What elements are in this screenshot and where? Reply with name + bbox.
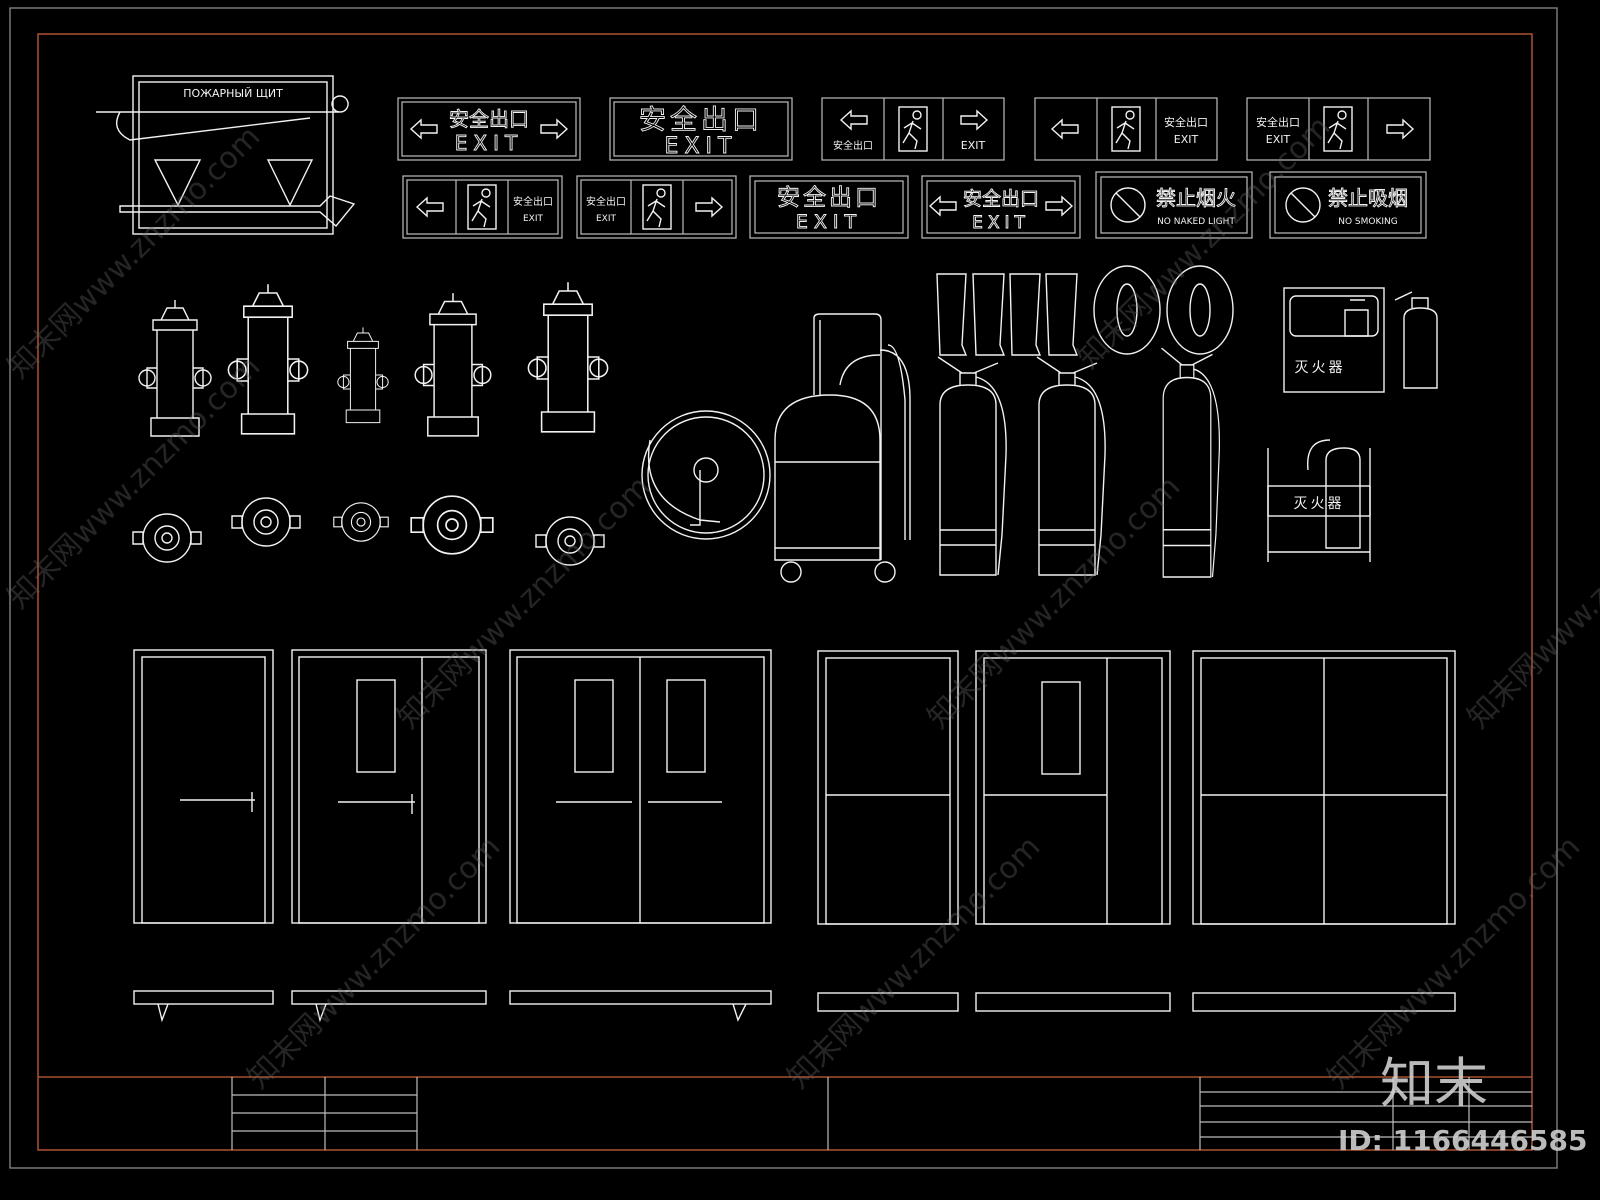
svg-text:EXIT: EXIT xyxy=(523,214,544,224)
svg-text:知末网www.znzmo.com: 知末网www.znzmo.com xyxy=(241,829,507,1095)
svg-text:安全出口: 安全出口 xyxy=(777,185,881,211)
watermarks: 知末网www.znzmo.com 知末网www.znzmo.com 知末网www… xyxy=(1,109,1600,1095)
svg-text:知末网www.znzmo.com: 知末网www.znzmo.com xyxy=(781,829,1047,1095)
svg-text:安全出口: 安全出口 xyxy=(833,139,873,152)
no-smoking-sign: 禁止吸烟 NO SMOKING xyxy=(1269,171,1427,239)
svg-text:知末网www.znzmo.com: 知末网www.znzmo.com xyxy=(391,469,657,735)
extinguisher-stand: 灭火器 xyxy=(1267,439,1371,562)
exit-sign-text: 安全出口 EXIT xyxy=(609,97,793,161)
extinguisher-stand-label: 灭火器 xyxy=(1294,496,1345,512)
exit-sign-right-small: 安全出口 EXIT xyxy=(576,175,737,239)
exit-sign-bidirectional-small: 安全出口 EXIT xyxy=(921,175,1081,239)
svg-text:安全出口: 安全出口 xyxy=(639,105,763,136)
svg-text:EXIT: EXIT xyxy=(796,211,862,233)
svg-text:EXIT: EXIT xyxy=(455,131,523,155)
exit-sign-three-panel: 安全出口 EXIT xyxy=(821,97,1005,161)
outer-border xyxy=(9,7,1558,1169)
exit-sign-left-small: 安全出口 EXIT xyxy=(402,175,563,239)
portable-extinguishers xyxy=(937,347,1221,578)
wheeled-extinguisher xyxy=(774,313,911,583)
svg-text:知末网www.znzmo.com: 知末网www.znzmo.com xyxy=(921,469,1187,735)
svg-text:EXIT: EXIT xyxy=(665,134,738,159)
extinguisher-box: 灭火器 xyxy=(1283,287,1438,393)
fire-doors-elevation xyxy=(133,649,1456,925)
image-id: ID: 1166446585 xyxy=(1338,1124,1587,1157)
exit-sign-bidirectional: 安全出口 EXIT xyxy=(397,97,581,161)
svg-text:知末网www.znzmo.com: 知末网www.znzmo.com xyxy=(1,349,267,615)
svg-text:知末网www.znzmo.com: 知末网www.znzmo.com xyxy=(1461,469,1600,735)
svg-text:EXIT: EXIT xyxy=(972,213,1030,233)
svg-text:安全出口: 安全出口 xyxy=(1164,115,1208,129)
hose-reel xyxy=(641,410,771,540)
svg-text:EXIT: EXIT xyxy=(596,214,617,224)
svg-text:禁止吸烟: 禁止吸烟 xyxy=(1328,186,1408,210)
svg-text:安全出口: 安全出口 xyxy=(963,188,1039,210)
svg-text:知末网www.znzmo.com: 知末网www.znzmo.com xyxy=(1,119,267,385)
svg-text:EXIT: EXIT xyxy=(961,139,986,152)
svg-text:安全出口: 安全出口 xyxy=(449,107,529,131)
brand-logo: 知末 xyxy=(1380,1052,1488,1115)
fire-boots xyxy=(936,273,1079,356)
fire-cabinet-label: ПОЖАРНЫЙ ЩИТ xyxy=(183,87,283,100)
svg-text:安全出口: 安全出口 xyxy=(586,195,626,208)
svg-text:安全出口: 安全出口 xyxy=(1256,115,1300,129)
cad-drawing: ПОЖАРНЫЙ ЩИТ 安全出口 EXIT 安全出口 EXIT 安全出口 EX… xyxy=(1,7,1600,1169)
svg-text:NO SMOKING: NO SMOKING xyxy=(1338,217,1398,227)
fire-hydrants-plan xyxy=(132,495,605,566)
exit-sign-text-small: 安全出口 EXIT xyxy=(749,175,909,239)
svg-text:EXIT: EXIT xyxy=(1174,133,1199,146)
exit-sign-left: 安全出口 EXIT xyxy=(1034,97,1218,161)
extinguisher-box-label: 灭火器 xyxy=(1295,360,1346,376)
svg-text:安全出口: 安全出口 xyxy=(513,195,553,208)
